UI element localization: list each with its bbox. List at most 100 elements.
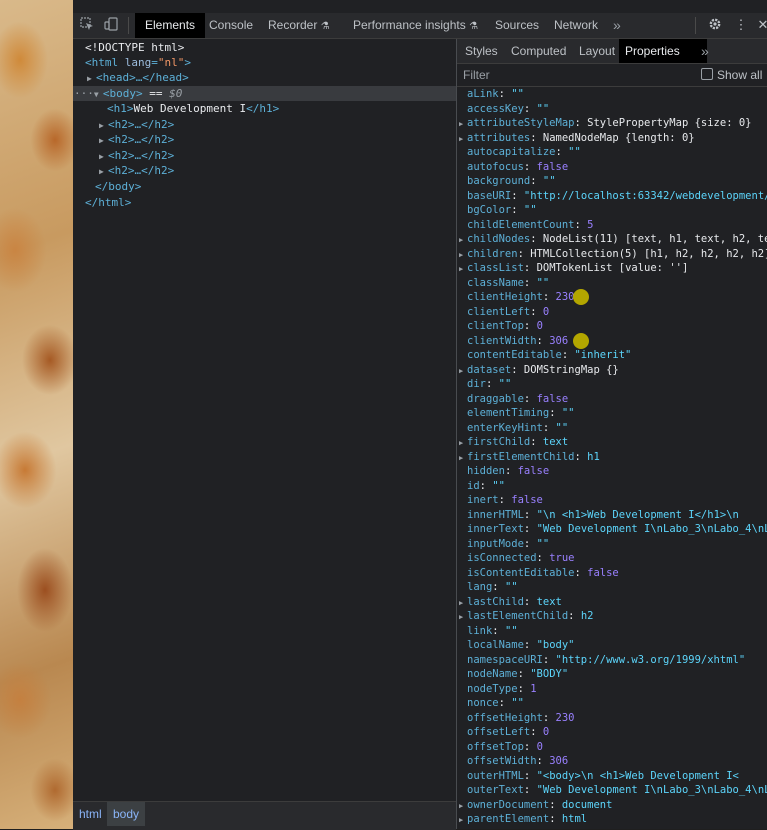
- expand-triangle-icon[interactable]: ▶: [99, 164, 108, 179]
- property-row[interactable]: nodeName: "BODY": [459, 667, 568, 682]
- property-row[interactable]: elementTiming: "": [459, 406, 575, 421]
- tab-sources[interactable]: Sources: [485, 13, 549, 38]
- expand-triangle-icon[interactable]: ▶: [459, 813, 467, 828]
- property-row[interactable]: nonce: "": [459, 696, 524, 711]
- property-row[interactable]: ▶ ownerDocument: document: [459, 798, 612, 813]
- doctype-node[interactable]: <!DOCTYPE html>: [85, 40, 184, 55]
- property-row[interactable]: ▶ firstElementChild: h1: [459, 450, 600, 465]
- breadcrumb-body[interactable]: body: [107, 802, 146, 826]
- property-row[interactable]: ▶ dataset: DOMStringMap {}: [459, 363, 619, 378]
- property-row[interactable]: ▶ attributes: NamedNodeMap {length: 0}: [459, 131, 695, 146]
- h2-node[interactable]: ▶ <h2>…</h2>: [99, 132, 174, 147]
- settings-icon[interactable]: [707, 17, 723, 33]
- property-row[interactable]: innerHTML: "\n <h1>Web Development I</h1…: [459, 508, 739, 523]
- property-row[interactable]: namespaceURI: "http://www.w3.org/1999/xh…: [459, 653, 745, 668]
- expand-triangle-icon[interactable]: ▶: [459, 799, 467, 814]
- property-row[interactable]: contentEditable: "inherit": [459, 348, 631, 363]
- property-row[interactable]: id: "": [459, 479, 505, 494]
- property-row[interactable]: nodeType: 1: [459, 682, 537, 697]
- tab-properties[interactable]: Properties: [619, 39, 707, 63]
- expand-triangle-icon[interactable]: ▶: [99, 118, 108, 133]
- head-node[interactable]: ▶ <head>…</head>: [87, 70, 189, 85]
- property-row[interactable]: autofocus: false: [459, 160, 568, 175]
- expand-triangle-icon[interactable]: ▶: [459, 436, 467, 451]
- more-options-icon[interactable]: ···: [74, 87, 94, 100]
- property-row[interactable]: ▶ firstChild: text: [459, 435, 568, 450]
- property-row[interactable]: draggable: false: [459, 392, 568, 407]
- more-tabs-icon[interactable]: »: [695, 39, 715, 63]
- tab-network[interactable]: Network: [544, 13, 608, 38]
- property-row[interactable]: baseURI: "http://localhost:63342/webdeve…: [459, 189, 767, 204]
- inspect-icon[interactable]: [79, 17, 95, 33]
- breadcrumb-html[interactable]: html: [73, 802, 108, 826]
- property-row[interactable]: outerText: "Web Development I\nLabo_3\nL…: [459, 783, 767, 798]
- collapse-triangle-icon[interactable]: ▼: [94, 87, 103, 102]
- checkbox-icon[interactable]: [701, 68, 713, 80]
- device-toolbar-icon[interactable]: [103, 17, 119, 33]
- more-tabs-icon[interactable]: »: [613, 13, 621, 38]
- tab-elements[interactable]: Elements: [135, 13, 206, 38]
- body-node[interactable]: ···▼ <body> == $0: [74, 86, 182, 101]
- expand-triangle-icon[interactable]: ▶: [99, 149, 108, 164]
- property-row[interactable]: offsetHeight: 230: [459, 711, 574, 726]
- property-row[interactable]: isConnected: true: [459, 551, 575, 566]
- expand-triangle-icon[interactable]: ▶: [459, 610, 467, 625]
- body-close-node[interactable]: </body>: [95, 179, 141, 194]
- html-close-node[interactable]: </html>: [85, 195, 131, 210]
- expand-triangle-icon[interactable]: ▶: [459, 117, 467, 132]
- more-vert-icon[interactable]: ⋮: [733, 17, 749, 33]
- property-row[interactable]: innerText: "Web Development I\nLabo_3\nL…: [459, 522, 767, 537]
- property-row[interactable]: background: "": [459, 174, 556, 189]
- tab-performance-insights[interactable]: Performance insights ⚗: [343, 13, 488, 38]
- expand-triangle-icon[interactable]: ▶: [459, 132, 467, 147]
- property-row[interactable]: className: "": [459, 276, 549, 291]
- property-row[interactable]: enterKeyHint: "": [459, 421, 568, 436]
- property-row[interactable]: clientHeight: 230: [459, 290, 574, 305]
- property-row[interactable]: hidden: false: [459, 464, 549, 479]
- property-row[interactable]: autocapitalize: "": [459, 145, 581, 160]
- expand-triangle-icon[interactable]: ▶: [459, 233, 467, 248]
- show-all-checkbox[interactable]: Show all: [701, 68, 762, 82]
- property-row[interactable]: outerHTML: "<body>\n <h1>Web Development…: [459, 769, 739, 784]
- property-row[interactable]: ▶ lastChild: text: [459, 595, 562, 610]
- property-row[interactable]: offsetWidth: 306: [459, 754, 568, 769]
- property-row[interactable]: ▶ attributeStyleMap: StylePropertyMap {si…: [459, 116, 752, 131]
- property-row[interactable]: ▶ lastElementChild: h2: [459, 609, 593, 624]
- property-row[interactable]: isContentEditable: false: [459, 566, 619, 581]
- expand-triangle-icon[interactable]: ▶: [459, 262, 467, 277]
- property-row[interactable]: inputMode: "": [459, 537, 549, 552]
- property-row[interactable]: bgColor: "": [459, 203, 537, 218]
- expand-triangle-icon[interactable]: ▶: [459, 596, 467, 611]
- property-row[interactable]: aLink: "": [459, 87, 524, 102]
- expand-triangle-icon[interactable]: ▶: [99, 133, 108, 148]
- property-row[interactable]: clientWidth: 306: [459, 334, 568, 349]
- expand-triangle-icon[interactable]: ▶: [459, 248, 467, 263]
- expand-triangle-icon[interactable]: ▶: [459, 451, 467, 466]
- tab-console[interactable]: Console: [199, 13, 263, 38]
- property-row[interactable]: dir: "": [459, 377, 511, 392]
- property-row[interactable]: offsetTop: 0: [459, 740, 543, 755]
- html-node[interactable]: <html lang="nl">: [85, 55, 191, 70]
- tab-styles[interactable]: Styles: [459, 39, 504, 63]
- h2-node[interactable]: ▶ <h2>…</h2>: [99, 117, 174, 132]
- property-row[interactable]: ▶ childNodes: NodeList(11) [text, h1, tex…: [459, 232, 767, 247]
- filter-input[interactable]: [463, 67, 663, 83]
- tab-recorder[interactable]: Recorder ⚗: [258, 13, 340, 38]
- property-row[interactable]: clientTop: 0: [459, 319, 543, 334]
- expand-triangle-icon[interactable]: ▶: [459, 364, 467, 379]
- property-row[interactable]: inert: false: [459, 493, 543, 508]
- property-row[interactable]: lang: "": [459, 580, 518, 595]
- property-row[interactable]: accessKey: "": [459, 102, 549, 117]
- close-icon[interactable]: ✕: [755, 17, 767, 33]
- h2-node[interactable]: ▶ <h2>…</h2>: [99, 163, 174, 178]
- property-row[interactable]: link: "": [459, 624, 518, 639]
- property-row[interactable]: ▶ parentElement: html: [459, 812, 587, 827]
- property-row[interactable]: ▶ classList: DOMTokenList [value: '']: [459, 261, 688, 276]
- property-row[interactable]: clientLeft: 0: [459, 305, 549, 320]
- h1-node[interactable]: <h1>Web Development I</h1>: [107, 101, 279, 116]
- property-row[interactable]: localName: "body": [459, 638, 575, 653]
- property-row[interactable]: offsetLeft: 0: [459, 725, 549, 740]
- expand-triangle-icon[interactable]: ▶: [87, 71, 96, 86]
- property-row[interactable]: childElementCount: 5: [459, 218, 593, 233]
- tab-layout[interactable]: Layout: [573, 39, 621, 63]
